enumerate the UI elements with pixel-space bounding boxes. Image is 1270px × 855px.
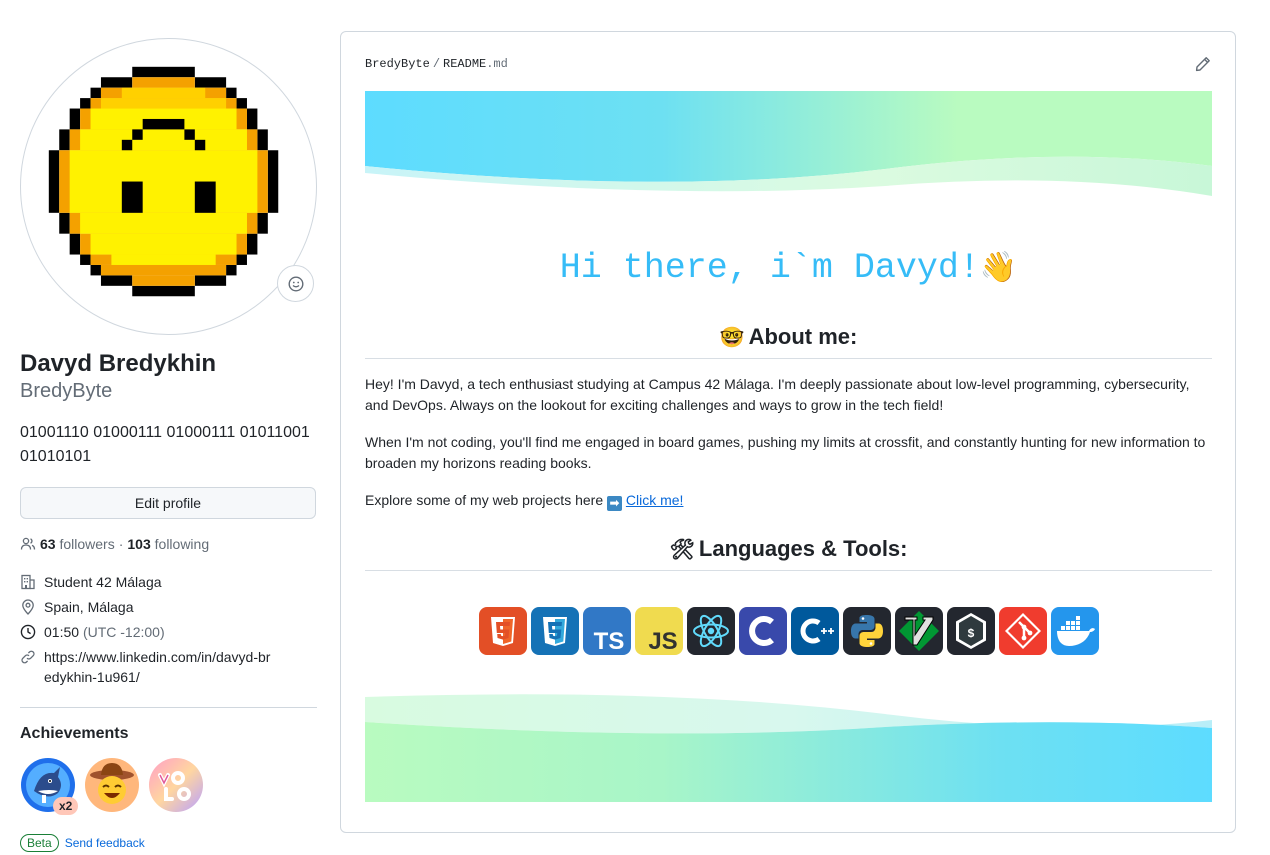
profile-sidebar: Davyd Bredykhin BredyByte 01001110 01000…: [20, 38, 317, 852]
tech-icons-row: TS JS $: [479, 607, 1099, 655]
sidebar-divider: [20, 707, 317, 708]
achievement-pull-shark[interactable]: x2: [20, 757, 79, 815]
follow-separator: ·: [118, 536, 124, 552]
profile-fullname: Davyd Bredykhin: [20, 350, 217, 377]
set-status-button[interactable]: [277, 265, 314, 302]
pixel-smiley-avatar-image: [48, 66, 279, 297]
svg-text:$: $: [967, 627, 974, 641]
bash-icon[interactable]: $: [947, 607, 995, 655]
readme-card: BredyByte / README.md Hi there, i`m Davyd!…: [340, 31, 1236, 833]
beta-label: Beta: [20, 834, 59, 852]
follow-stats: 63 followers · 103 following: [20, 536, 317, 552]
local-time: 01:50: [44, 624, 80, 640]
detail-local-time: 01:50 (UTC -12:00): [20, 622, 317, 642]
projects-link[interactable]: Click me!: [626, 492, 684, 508]
avatar[interactable]: [20, 38, 317, 335]
about-paragraph-2: When I'm not coding, you'll find me enga…: [365, 434, 1206, 471]
ts-label: TS: [594, 628, 625, 655]
achievement-quickdraw[interactable]: [84, 757, 140, 813]
organization-icon: [21, 574, 35, 590]
achievement-yolo[interactable]: [148, 757, 204, 813]
achievement-multiplier: x2: [53, 797, 79, 815]
smiley-icon: [287, 275, 304, 292]
profile-bio: 01001110 01000111 01000111 01011001 0101…: [20, 424, 310, 465]
breadcrumb-separator: /: [432, 57, 441, 71]
typescript-icon[interactable]: TS: [583, 607, 631, 655]
detail-location: Spain, Málaga: [20, 597, 317, 617]
following-label: following: [154, 536, 210, 552]
location-icon: [22, 599, 34, 615]
javascript-icon[interactable]: JS: [635, 607, 683, 655]
edit-profile-button[interactable]: Edit profile: [20, 487, 316, 519]
arrow-right-icon: ➡: [607, 496, 622, 511]
followers-link[interactable]: 63 followers: [40, 536, 115, 552]
profile-username: BredyByte: [20, 380, 113, 402]
avatar-container: [20, 38, 317, 335]
followers-count: 63: [40, 536, 56, 552]
vim-icon[interactable]: [895, 607, 943, 655]
readme-breadcrumb: BredyByte / README.md: [365, 57, 508, 71]
cowboy-badge-icon: [85, 758, 139, 812]
css3-icon[interactable]: [531, 607, 579, 655]
cpp-icon[interactable]: [791, 607, 839, 655]
header-wave-image: [365, 91, 1212, 196]
followers-label: followers: [59, 536, 115, 552]
achievements-feedback: Beta Send feedback: [20, 834, 317, 852]
hammer-wrench-icon: 🛠: [669, 537, 695, 561]
following-count: 103: [127, 536, 151, 552]
linkedin-link[interactable]: https://www.linkedin.com/in/davyd-bredyk…: [44, 647, 274, 687]
about-divider: [365, 358, 1212, 359]
git-icon[interactable]: [999, 607, 1047, 655]
tools-title: Languages & Tools:: [698, 536, 908, 561]
detail-social-link: https://www.linkedin.com/in/davyd-bredyk…: [20, 647, 317, 687]
clock-icon: [20, 624, 36, 640]
greeting-heading: Hi there, i`m Davyd!👋: [365, 248, 1212, 288]
about-heading: 🤓 About me:: [365, 324, 1212, 350]
about-paragraph-3: Explore some of my web projects here ➡ C…: [365, 490, 1212, 511]
readme-filename: README: [443, 57, 487, 71]
waving-hand-icon: 👋: [979, 250, 1018, 285]
footer-wave-image: [365, 694, 1212, 802]
tools-divider: [365, 570, 1212, 571]
about-title: About me:: [748, 324, 858, 349]
send-feedback-link[interactable]: Send feedback: [65, 836, 145, 850]
pencil-icon[interactable]: [1195, 56, 1211, 72]
about-paragraph-1: Hey! I'm Davyd, a tech enthusiast studyi…: [365, 376, 1190, 413]
nerd-face-icon: 🤓: [719, 325, 745, 349]
react-icon[interactable]: [687, 607, 735, 655]
c-language-icon[interactable]: [739, 607, 787, 655]
readme-extension: .md: [486, 57, 508, 71]
docker-icon[interactable]: [1051, 607, 1099, 655]
js-label: JS: [648, 628, 677, 655]
yolo-badge-icon: [149, 758, 203, 812]
people-icon: [20, 537, 36, 550]
python-icon[interactable]: [843, 607, 891, 655]
achievements-title: Achievements: [20, 725, 129, 742]
profile-details: Student 42 Málaga Spain, Málaga 01:50 (U…: [20, 572, 317, 687]
greeting-text: Hi there, i`m Davyd!: [559, 248, 980, 288]
html5-icon[interactable]: [479, 607, 527, 655]
achievements-list: x2: [20, 757, 317, 819]
organization-text: Student 42 Málaga: [44, 574, 162, 590]
link-icon: [21, 650, 35, 664]
projects-text: Explore some of my web projects here: [365, 492, 604, 508]
detail-organization: Student 42 Málaga: [20, 572, 317, 592]
location-text: Spain, Málaga: [44, 599, 134, 615]
tools-heading: 🛠 Languages & Tools:: [365, 536, 1212, 562]
following-link[interactable]: 103 following: [127, 536, 209, 552]
timezone: (UTC -12:00): [82, 624, 165, 640]
readme-owner-link[interactable]: BredyByte: [365, 57, 430, 71]
